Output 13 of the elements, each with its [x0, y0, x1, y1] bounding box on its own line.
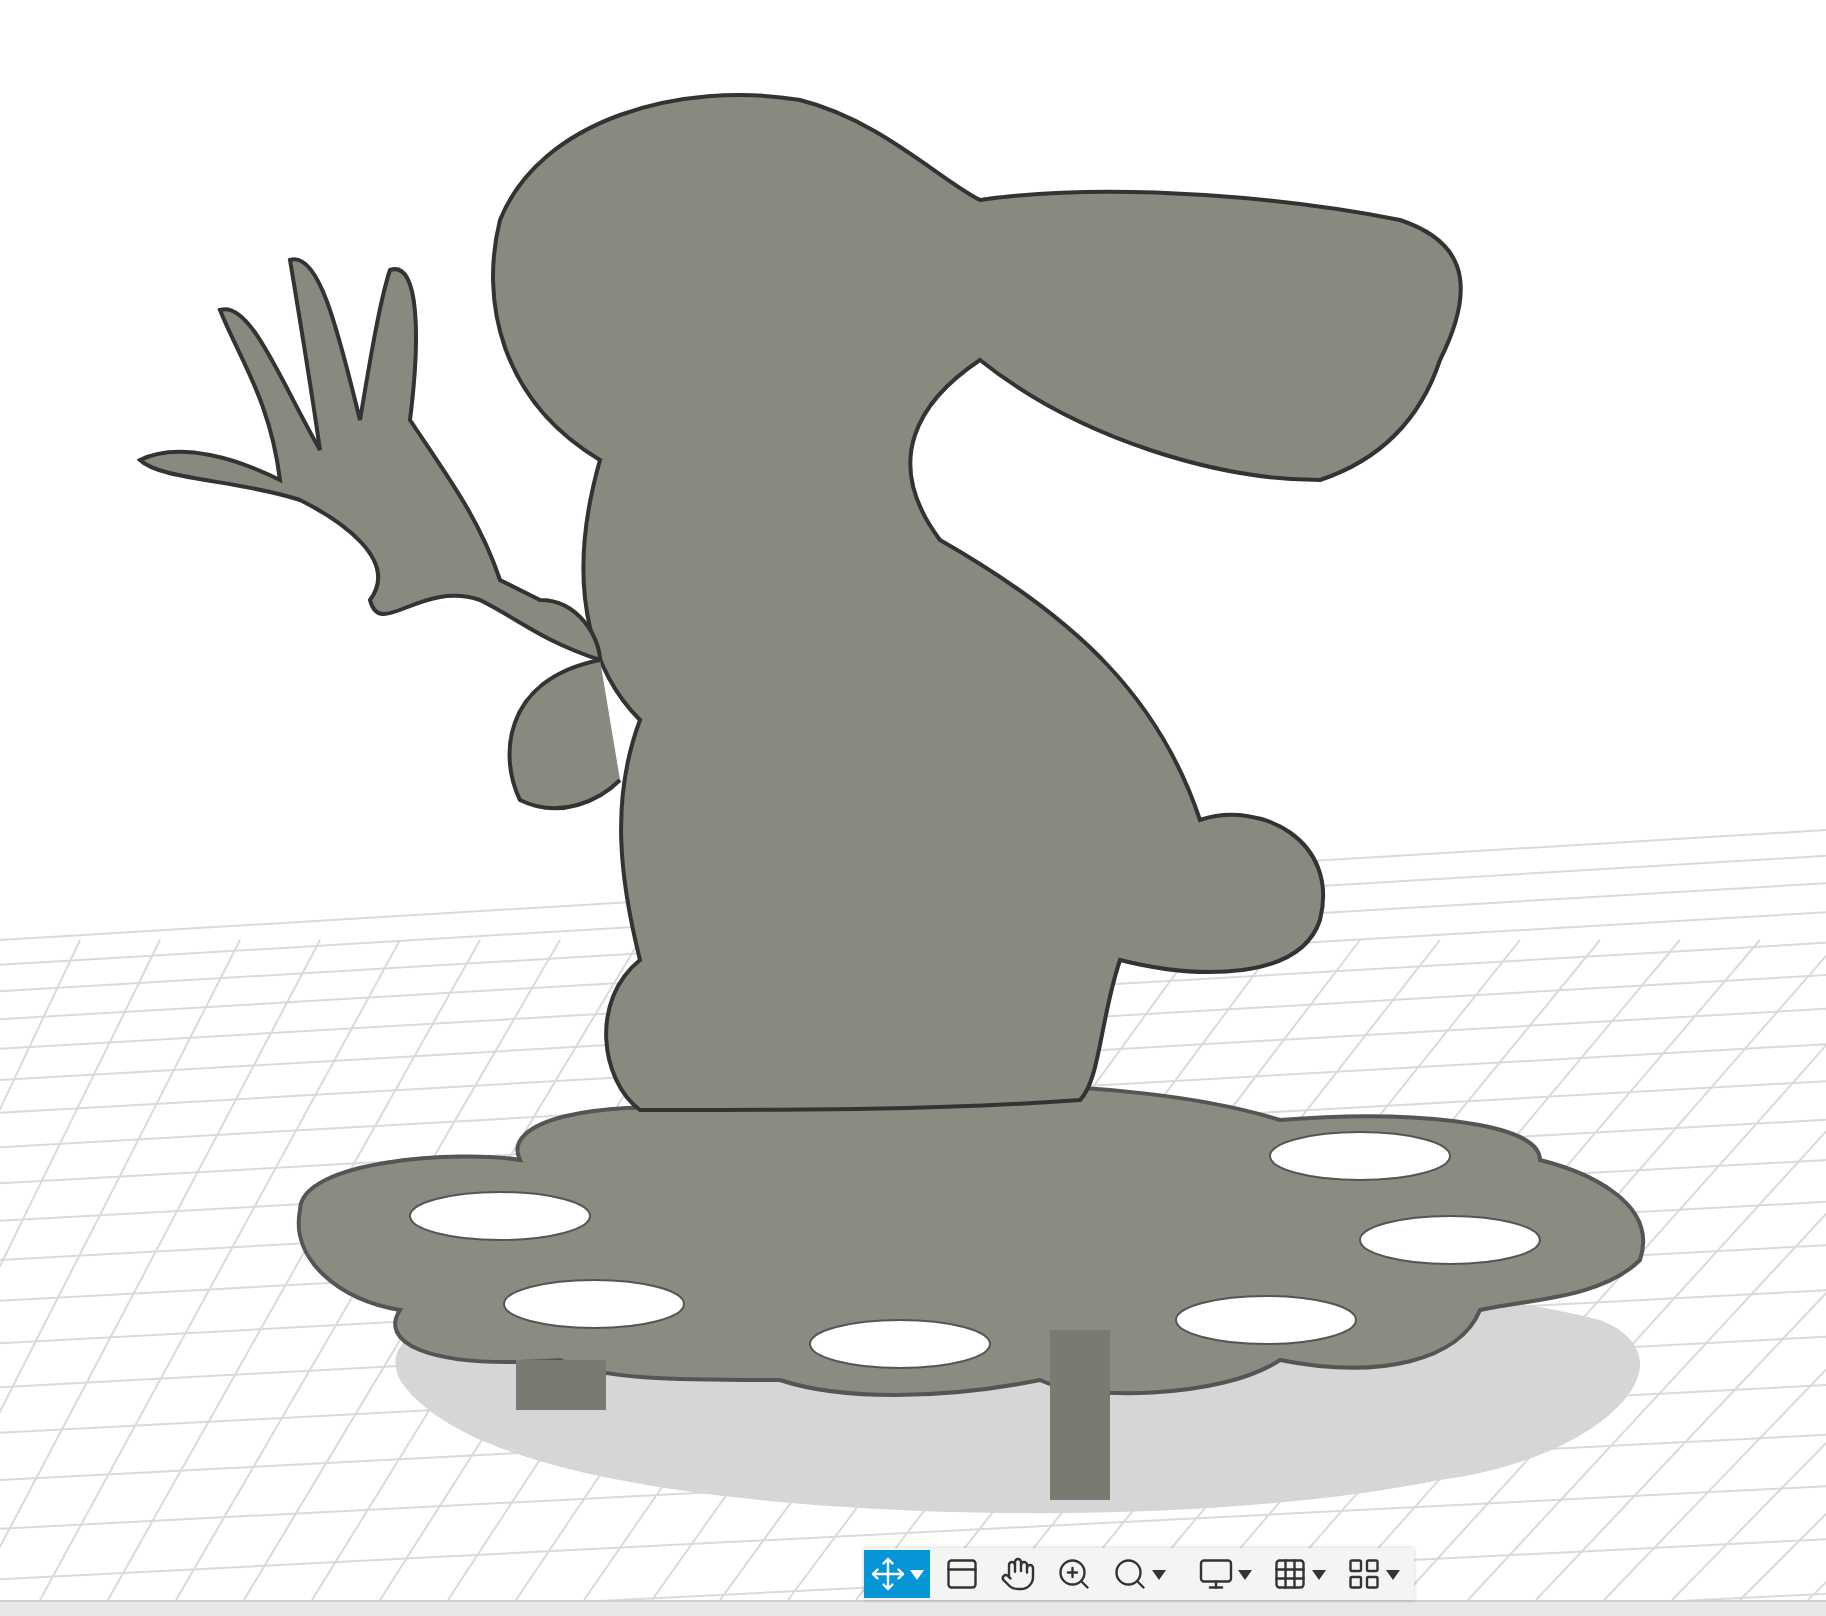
- orbit-icon: [870, 1556, 906, 1592]
- hand-icon: [1000, 1556, 1036, 1592]
- grid-icon: [1272, 1556, 1308, 1592]
- zoom-icon: [1056, 1556, 1092, 1592]
- monitor-icon: [1198, 1556, 1234, 1592]
- viewports-icon: [1346, 1556, 1382, 1592]
- caret-icon: [1386, 1569, 1400, 1579]
- zoom-window-icon: [1112, 1556, 1148, 1592]
- caret-icon: [910, 1569, 924, 1579]
- caret-icon: [1312, 1569, 1326, 1579]
- caret-icon: [1152, 1569, 1166, 1579]
- caret-icon: [1238, 1569, 1252, 1579]
- look-at-icon: [944, 1556, 980, 1592]
